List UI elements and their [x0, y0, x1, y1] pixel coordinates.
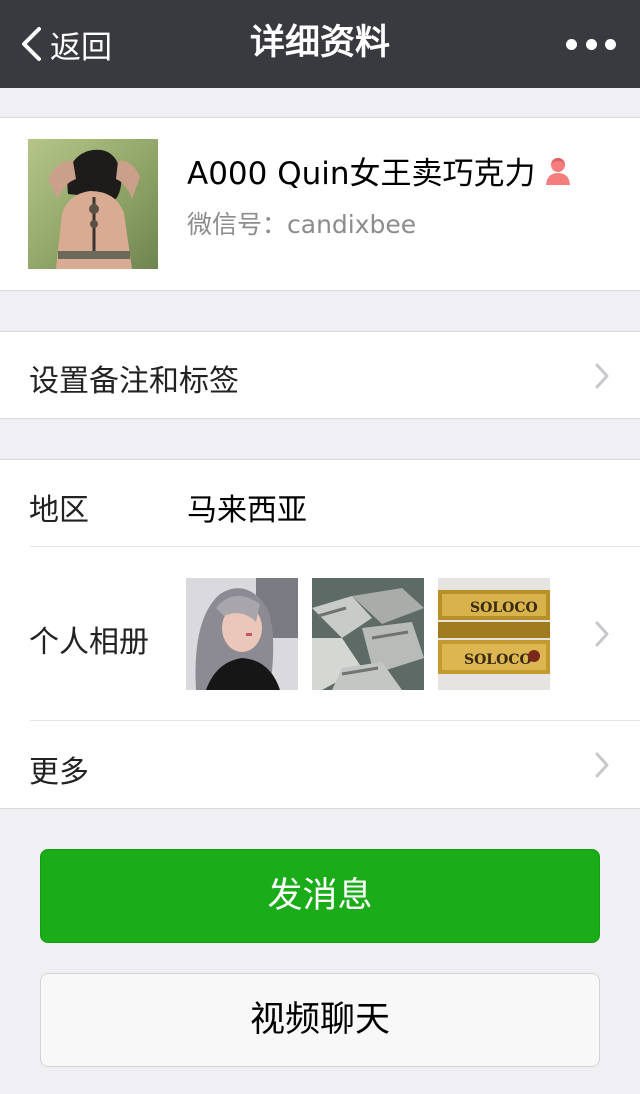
video-chat-button[interactable]: 视频聊天 [40, 973, 600, 1067]
album-photo-chocolate[interactable]: SOLOCO SOLOCO [438, 578, 550, 690]
navbar: 返回 详细资料 [0, 0, 640, 88]
album-photo-image [312, 578, 424, 690]
more-row[interactable] [0, 721, 640, 809]
more-label: 更多 [29, 755, 89, 790]
set-remark-tags-label: 设置备注和标签 [29, 364, 239, 399]
album-photo-packages[interactable] [312, 578, 424, 690]
more-dots-icon [566, 38, 577, 50]
wechat-id-label: 微信号： [187, 210, 288, 239]
avatar[interactable] [28, 139, 158, 269]
album-photo-selfie[interactable] [186, 578, 298, 690]
chevron-right-icon [595, 621, 609, 647]
chevron-right-icon [595, 363, 609, 389]
svg-text:SOLOCO: SOLOCO [470, 600, 538, 616]
album-photo-image: SOLOCO SOLOCO [438, 578, 550, 690]
region-value: 马来西亚 [187, 493, 307, 528]
personal-album-label: 个人相册 [29, 625, 149, 660]
more-dots-icon [605, 38, 616, 50]
send-message-button[interactable]: 发消息 [40, 849, 600, 943]
more-options-button[interactable] [566, 30, 616, 58]
svg-text:SOLOCO: SOLOCO [464, 652, 532, 668]
female-person-icon [545, 157, 570, 185]
more-dots-icon [585, 38, 597, 50]
avatar-photo [28, 139, 158, 269]
profile-name-row: A000 Quin女王卖巧克力 [187, 148, 572, 193]
page-title: 详细资料 [249, 23, 390, 63]
chevron-right-icon [595, 752, 609, 778]
region-label: 地区 [29, 493, 89, 528]
album-photo-image [186, 578, 298, 690]
wechat-id-value: candixbee [287, 210, 417, 239]
wechat-id-row: 微信号：candixbee [187, 205, 416, 241]
profile-name: A000 Quin女王卖巧克力 [187, 156, 536, 192]
